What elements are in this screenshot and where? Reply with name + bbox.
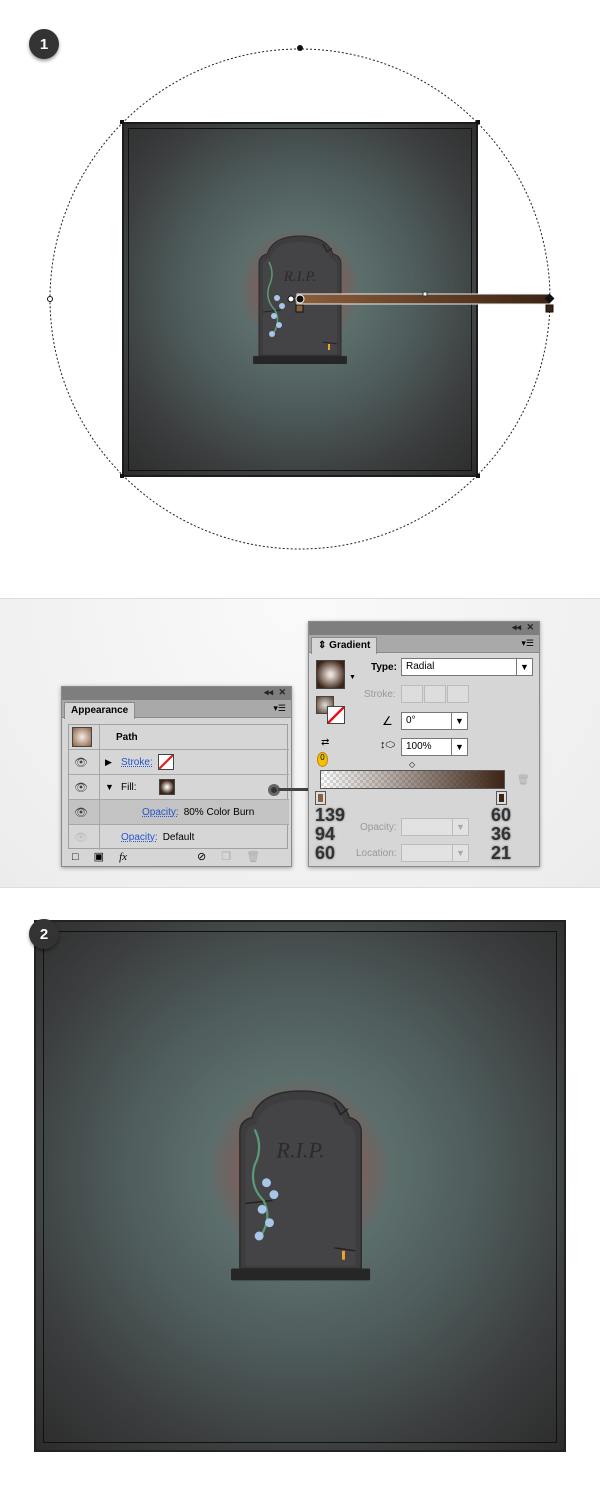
duplicate-item-icon[interactable]: ❐ xyxy=(221,850,231,863)
object-type-label: Path xyxy=(116,731,138,743)
delete-stop-icon[interactable]: 🗑 xyxy=(517,775,530,786)
tab-gradient[interactable]: ⇕ Gradient xyxy=(311,637,378,654)
fill-opacity-value: 80% Color Burn xyxy=(183,806,255,818)
opacity-link[interactable]: Opacity: xyxy=(121,832,158,843)
gradient-slider[interactable] xyxy=(320,770,505,789)
location-label: Location: xyxy=(356,848,397,859)
panel-menu-icon[interactable]: ▾☰ xyxy=(273,703,286,714)
gradient-midpoint-diamond[interactable]: ◇ xyxy=(409,760,415,769)
color-stop-left[interactable] xyxy=(315,791,326,805)
collapse-icon[interactable]: ◂◂ xyxy=(264,687,273,698)
gradient-preview-swatch[interactable] xyxy=(316,660,345,689)
collapse-icon[interactable]: ◂◂ xyxy=(512,622,521,633)
gradient-preset-dropdown-icon[interactable]: ▼ xyxy=(349,674,356,681)
left-stop-rgb-annotation: 139 94 60 xyxy=(315,805,346,863)
opacity-field[interactable]: ▼ xyxy=(401,818,469,836)
step-1-section: 1 R.I.P. xyxy=(0,0,600,599)
angle-field[interactable]: 0° ▼ xyxy=(401,712,468,730)
delete-icon[interactable]: 🗑 xyxy=(246,850,260,863)
step-2-section: R.I.P. 2 xyxy=(0,888,600,1488)
location-field[interactable]: ▼ xyxy=(401,844,469,862)
visibility-eye-icon[interactable]: 👁 xyxy=(74,781,88,794)
close-icon[interactable]: ✕ xyxy=(278,687,286,698)
right-stop-rgb-annotation: 60 36 21 xyxy=(491,805,512,863)
out-of-gamut-icon[interactable]: 0 xyxy=(317,752,328,767)
fill-opacity-link[interactable]: Opacity: xyxy=(142,807,179,818)
step-panels-section: ◂◂ ✕ Appearance ▾☰ Path 👁 ▶ Stroke: 👁 ▼ Fi… xyxy=(0,599,600,888)
center-handle xyxy=(295,294,305,304)
path-row[interactable]: Path xyxy=(69,725,289,750)
stroke-swatch[interactable] xyxy=(327,706,345,724)
fill-label: Fill: xyxy=(121,781,137,793)
tombstone-inscription: R.I.P. xyxy=(283,269,317,285)
appearance-panel: ◂◂ ✕ Appearance ▾☰ Path 👁 ▶ Stroke: 👁 ▼ Fi… xyxy=(61,686,310,867)
close-icon[interactable]: ✕ xyxy=(526,622,534,633)
color-stop-right[interactable] xyxy=(496,791,507,805)
add-new-fill-icon[interactable]: ▣ xyxy=(94,850,104,863)
visibility-eye-icon[interactable]: 👁 xyxy=(74,806,88,819)
gradient-panel: ◂◂ ✕ ⇕ Gradient ▾☰ ▼ ⇄ 0 Type: Radial ▼ Str… xyxy=(308,621,540,867)
connector-line xyxy=(278,788,310,791)
gradient-handle-left xyxy=(47,296,53,302)
color-stop-right xyxy=(545,304,554,313)
clear-appearance-icon[interactable]: ⊘ xyxy=(197,850,206,863)
angle-icon: ∠ xyxy=(382,714,393,728)
step-badge-2: 2 xyxy=(29,919,59,949)
stroke-across-icon[interactable] xyxy=(447,685,469,703)
opacity-label: Opacity: xyxy=(360,822,397,833)
visibility-eye-icon[interactable]: 👁 xyxy=(74,831,88,844)
color-stop-left xyxy=(295,304,304,313)
reverse-gradient-icon[interactable]: ⇄ xyxy=(321,737,329,748)
aspect-ratio-icon: ↕⬭ xyxy=(380,739,395,751)
stroke-within-icon[interactable] xyxy=(401,685,423,703)
stroke-swatch[interactable] xyxy=(157,754,174,770)
stroke-label: Stroke: xyxy=(364,689,396,700)
gradient-handle-top xyxy=(297,45,303,51)
stroke-along-icon[interactable] xyxy=(424,685,446,703)
type-label: Type: xyxy=(371,662,397,673)
stroke-row[interactable]: 👁 ▶ Stroke: xyxy=(69,750,289,775)
opacity-row[interactable]: 👁 Opacity: Default xyxy=(69,825,289,850)
fill-swatch[interactable] xyxy=(158,779,175,795)
path-thumbnail xyxy=(72,727,92,747)
visibility-eye-icon[interactable]: 👁 xyxy=(74,756,88,769)
panel-menu-icon[interactable]: ▾☰ xyxy=(521,638,534,649)
add-effect-button[interactable]: fx xyxy=(119,851,127,863)
gradient-annotator-overlay[interactable]: R.I.P. xyxy=(0,0,600,599)
tombstone-inscription: R.I.P. xyxy=(275,1138,324,1163)
stroke-link[interactable]: Stroke: xyxy=(121,757,153,768)
aspect-ratio-field[interactable]: 100% ▼ xyxy=(401,738,468,756)
fill-row[interactable]: 👁 ▼ Fill: xyxy=(69,775,289,800)
opacity-value: Default xyxy=(162,832,195,843)
expand-triangle-icon[interactable]: ▶ xyxy=(105,757,112,768)
fill-opacity-row[interactable]: 👁 Opacity: 80% Color Burn xyxy=(69,800,289,825)
midpoint-handle xyxy=(422,291,428,297)
origin-handle xyxy=(287,295,295,303)
collapse-triangle-icon[interactable]: ▼ xyxy=(105,782,114,792)
add-new-stroke-icon[interactable]: □ xyxy=(72,851,79,863)
tab-appearance[interactable]: Appearance xyxy=(64,702,136,719)
stroke-gradient-buttons xyxy=(401,685,469,703)
type-select[interactable]: Radial ▼ xyxy=(401,658,533,676)
tombstone-illustration: R.I.P. xyxy=(229,1089,372,1282)
